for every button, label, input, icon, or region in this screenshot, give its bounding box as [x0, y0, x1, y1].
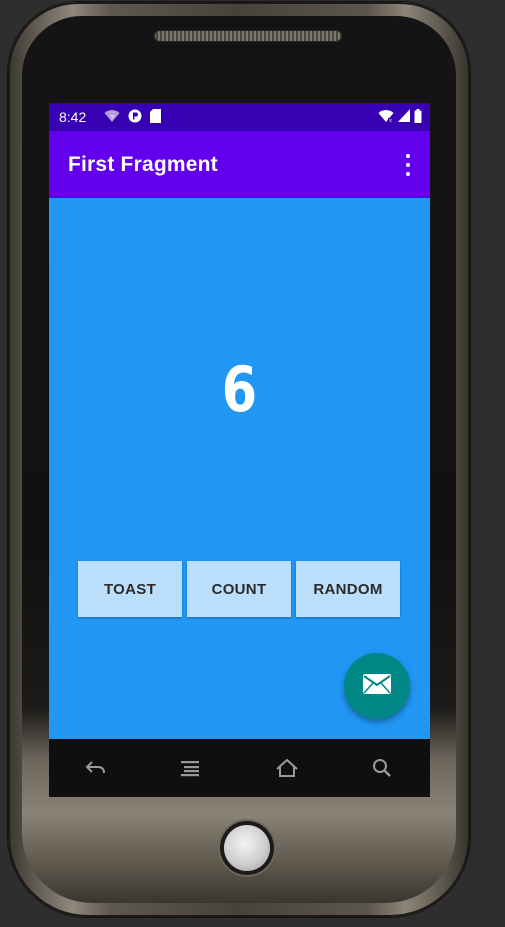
back-icon[interactable]	[83, 755, 109, 781]
count-button[interactable]: COUNT	[187, 561, 291, 617]
email-fab-button[interactable]	[344, 653, 410, 719]
search-icon[interactable]	[369, 755, 395, 781]
earpiece-speaker	[154, 30, 342, 42]
menu-icon[interactable]	[177, 755, 203, 781]
status-bar: 8:42 ? x	[49, 103, 430, 131]
email-icon	[362, 673, 392, 699]
page-title: First Fragment	[68, 153, 218, 176]
app-bar: First Fragment	[49, 131, 430, 198]
home-icon[interactable]	[274, 755, 300, 781]
sd-card-icon	[150, 109, 162, 126]
status-time: 8:42	[59, 109, 87, 125]
nav-bar	[49, 739, 430, 797]
svg-text:?: ?	[110, 115, 114, 122]
status-icons-left: ?	[104, 109, 162, 126]
battery-icon	[414, 109, 422, 126]
wifi-question-icon: ?	[104, 109, 120, 126]
trackball-button[interactable]	[224, 825, 270, 871]
count-text: 6	[221, 353, 258, 426]
device-screen: 8:42 ? x First Fragment 6 TOAST COUNT RA…	[49, 103, 430, 739]
status-icons-right: x	[378, 109, 422, 126]
toast-button[interactable]: TOAST	[78, 561, 182, 617]
signal-icon	[398, 109, 410, 126]
wifi-icon: x	[378, 109, 394, 126]
app-p-icon	[128, 109, 142, 126]
button-row: TOAST COUNT RANDOM	[78, 561, 400, 617]
more-vert-icon[interactable]	[404, 154, 412, 176]
emulator-stage: 8:42 ? x First Fragment 6 TOAST COUNT RA…	[0, 0, 505, 927]
random-button[interactable]: RANDOM	[296, 561, 400, 617]
